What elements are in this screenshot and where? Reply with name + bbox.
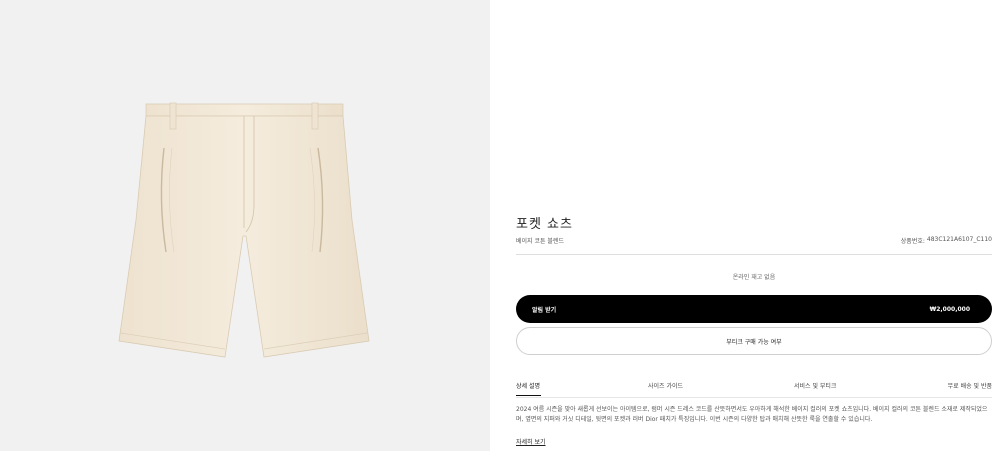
active-tab-indicator [516, 395, 541, 396]
tabs-divider [516, 397, 992, 398]
tab-size-guide[interactable]: 사이즈 가이드 [648, 381, 683, 390]
sku-label: 상품번호: [900, 238, 925, 245]
product-description: 2024 여름 시즌을 맞아 새롭게 선보이는 아이템으로, 럼머 시즌 드레스… [516, 406, 988, 423]
tab-services-boutiques[interactable]: 서비스 및 부티크 [794, 381, 836, 390]
product-image-panel[interactable] [0, 0, 490, 451]
boutique-availability-label: 부티크 구매 가능 여부 [726, 338, 782, 346]
notify-me-label: 알림 받기 [532, 306, 557, 314]
divider [516, 254, 992, 255]
product-info-panel: 포켓 쇼츠 베이지 코튼 블렌드 상품번호: 483C121A6107_C110… [516, 0, 992, 451]
read-more-link[interactable]: 자세히 보기 [516, 437, 546, 446]
notify-me-button[interactable]: 알림 받기 ₩2,000,000 [516, 295, 992, 323]
product-title: 포켓 쇼츠 [516, 217, 573, 232]
product-sku: 상품번호: 483C121A6107_C110 [901, 236, 992, 245]
product-material: 베이지 코튼 블렌드 [516, 238, 564, 245]
boutique-availability-button[interactable]: 부티크 구매 가능 여부 [516, 327, 992, 355]
stock-status: 온라인 재고 없음 [732, 274, 776, 281]
shorts-image [118, 102, 370, 358]
tab-details[interactable]: 상세 설명 [516, 381, 540, 390]
tab-free-shipping-returns[interactable]: 무료 배송 및 반품 [948, 381, 992, 390]
price: ₩2,000,000 [929, 305, 970, 313]
detail-tabs: 상세 설명 사이즈 가이드 서비스 및 부티크 무료 배송 및 반품 [516, 381, 992, 397]
sku-value: 483C121A6107_C110 [926, 236, 992, 243]
